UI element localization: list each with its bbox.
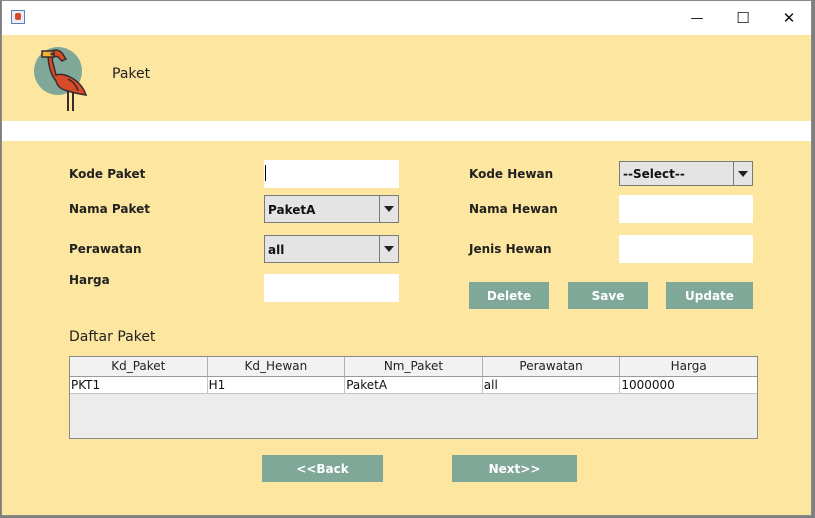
- table-cell: PKT1: [70, 377, 208, 393]
- jenis-hewan-input[interactable]: [619, 235, 753, 263]
- update-button[interactable]: Update: [666, 282, 753, 309]
- table-header: Kd_Paket Kd_Hewan Nm_Paket Perawatan Har…: [70, 357, 757, 377]
- maximize-button[interactable]: ☐: [720, 1, 766, 35]
- nama-paket-label: Nama Paket: [69, 202, 151, 216]
- java-app-icon: [11, 10, 25, 24]
- table-cell: H1: [208, 377, 346, 393]
- column-header[interactable]: Perawatan: [483, 357, 621, 376]
- minimize-button[interactable]: —: [674, 1, 720, 35]
- kode-paket-label: Kode Paket: [69, 167, 146, 181]
- back-button[interactable]: <<Back: [262, 455, 383, 482]
- maximize-icon: ☐: [736, 9, 750, 27]
- column-header[interactable]: Kd_Paket: [70, 357, 208, 376]
- kode-hewan-label: Kode Hewan: [469, 167, 554, 181]
- table-row[interactable]: PKT1 H1 PaketA all 1000000: [70, 377, 757, 394]
- column-header[interactable]: Nm_Paket: [345, 357, 483, 376]
- perawatan-label: Perawatan: [69, 242, 142, 256]
- harga-input[interactable]: [264, 274, 399, 302]
- chevron-down-icon: [384, 246, 394, 252]
- harga-label: Harga: [69, 273, 110, 287]
- chevron-down-icon: [738, 170, 748, 177]
- kode-hewan-select[interactable]: --Select--: [619, 161, 753, 186]
- perawatan-value: all: [268, 243, 285, 257]
- nama-hewan-input[interactable]: [619, 195, 753, 223]
- text-caret: [265, 165, 266, 181]
- chevron-down-icon: [384, 206, 394, 212]
- kode-hewan-dropdown-button[interactable]: [733, 162, 752, 185]
- paket-table[interactable]: Kd_Paket Kd_Hewan Nm_Paket Perawatan Har…: [69, 356, 758, 439]
- kode-paket-input[interactable]: [264, 160, 399, 188]
- jenis-hewan-label: Jenis Hewan: [469, 242, 552, 256]
- close-icon: ✕: [782, 9, 796, 27]
- table-title: Daftar Paket: [69, 329, 156, 345]
- header-divider: [2, 121, 811, 141]
- page-title: Paket: [112, 66, 151, 82]
- nama-paket-dropdown-button[interactable]: [379, 196, 398, 222]
- kode-hewan-value: --Select--: [623, 167, 685, 181]
- app-window: — ☐ ✕ Paket Kode Paket Nama Paket PaketA: [1, 0, 812, 516]
- header-panel: Paket: [2, 35, 811, 121]
- column-header[interactable]: Kd_Hewan: [208, 357, 346, 376]
- minimize-icon: —: [690, 10, 704, 26]
- perawatan-select[interactable]: all: [264, 235, 399, 263]
- perawatan-dropdown-button[interactable]: [379, 236, 398, 262]
- nama-paket-value: PaketA: [268, 203, 316, 217]
- title-bar: — ☐ ✕: [2, 1, 811, 35]
- table-cell: all: [483, 377, 621, 393]
- table-cell: 1000000: [621, 378, 675, 392]
- nama-paket-select[interactable]: PaketA: [264, 195, 399, 223]
- nama-hewan-label: Nama Hewan: [469, 202, 558, 216]
- flamingo-logo-icon: [34, 47, 88, 111]
- column-header[interactable]: Harga: [620, 357, 757, 376]
- table-cell: PaketA: [345, 377, 483, 393]
- save-button[interactable]: Save: [568, 282, 648, 309]
- close-button[interactable]: ✕: [766, 1, 811, 35]
- delete-button[interactable]: Delete: [469, 282, 549, 309]
- next-button[interactable]: Next>>: [452, 455, 577, 482]
